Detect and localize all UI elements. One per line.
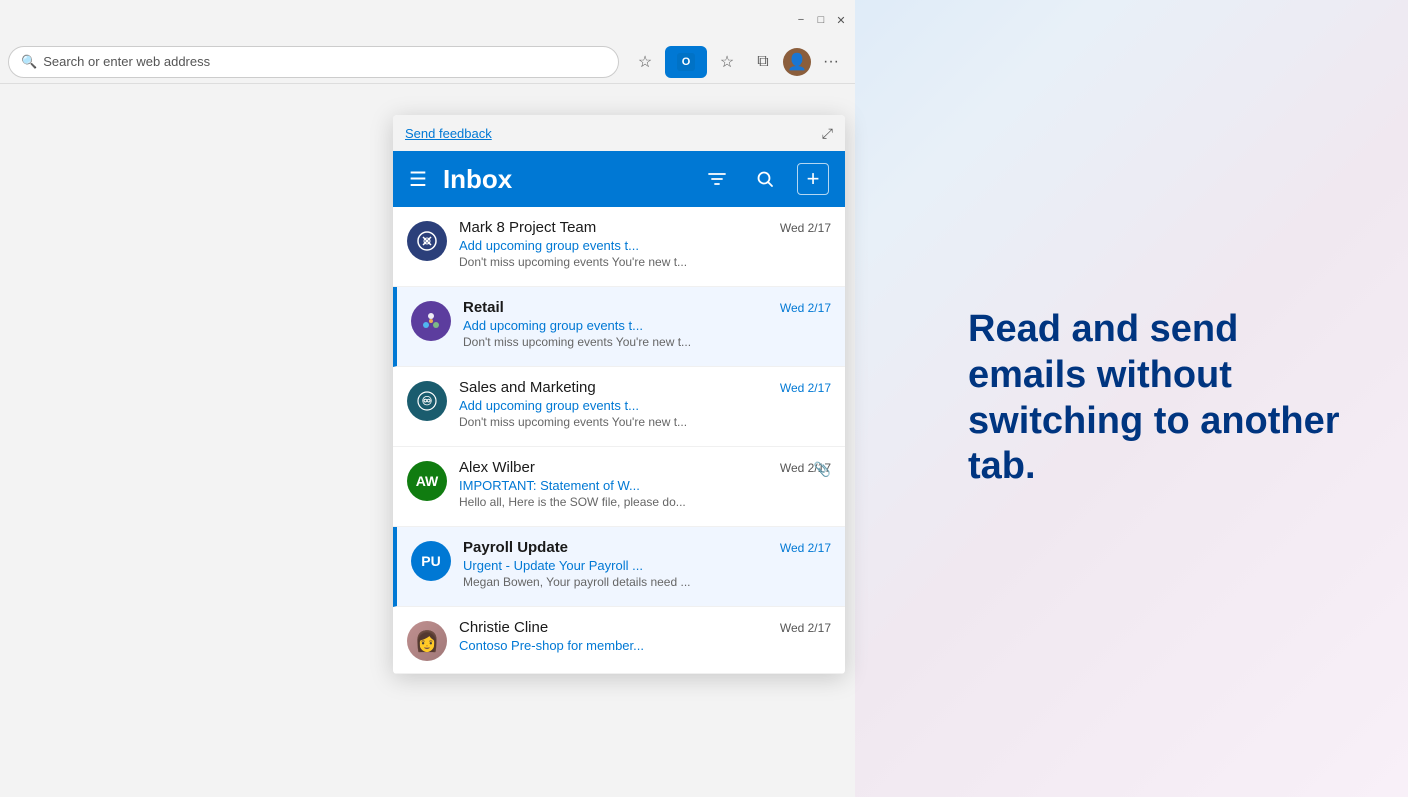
- inbox-title: Inbox: [443, 164, 685, 195]
- email-content: Mark 8 Project Team Wed 2/17 Add upcomin…: [459, 219, 831, 269]
- promo-text: Read and send emails without switching t…: [968, 307, 1348, 489]
- email-preview: Don't miss upcoming events You're new t.…: [459, 415, 831, 429]
- email-item[interactable]: PU Payroll Update Wed 2/17 Urgent - Upda…: [393, 527, 845, 607]
- email-subject: IMPORTANT: Statement of W...: [459, 478, 831, 493]
- promo-section: Read and send emails without switching t…: [848, 0, 1408, 797]
- email-date: Wed 2/17: [780, 221, 831, 235]
- email-item[interactable]: Mark 8 Project Team Wed 2/17 Add upcomin…: [393, 207, 845, 287]
- collections-icon[interactable]: ☆: [711, 46, 743, 78]
- email-content: Sales and Marketing Wed 2/17 Add upcomin…: [459, 379, 831, 429]
- avatar: 👩: [407, 621, 447, 661]
- email-sender: Christie Cline: [459, 619, 548, 636]
- panel-header: ☰ Inbox +: [393, 151, 845, 207]
- email-content: Christie Cline Wed 2/17 Contoso Pre-shop…: [459, 619, 831, 655]
- email-list: Mark 8 Project Team Wed 2/17 Add upcomin…: [393, 207, 845, 674]
- email-subject: Urgent - Update Your Payroll ...: [463, 558, 831, 573]
- outlook-panel: Send feedback ⤢ ☰ Inbox +: [393, 115, 845, 674]
- address-bar-text: Search or enter web address: [43, 54, 210, 69]
- email-preview: Don't miss upcoming events You're new t.…: [459, 255, 831, 269]
- email-content: Payroll Update Wed 2/17 Urgent - Update …: [463, 539, 831, 589]
- email-content: Alex Wilber Wed 2/17 IMPORTANT: Statemen…: [459, 459, 831, 509]
- email-date: Wed 2/17: [780, 301, 831, 315]
- maximize-button[interactable]: □: [815, 14, 827, 26]
- attachment-icon: 📎: [814, 461, 831, 478]
- avatar: [411, 301, 451, 341]
- share-icon[interactable]: ⧉: [747, 46, 779, 78]
- more-options-icon[interactable]: ···: [815, 46, 847, 78]
- email-item[interactable]: AW Alex Wilber Wed 2/17 IMPORTANT: State…: [393, 447, 845, 527]
- email-item[interactable]: ♾ Sales and Marketing Wed 2/17 Add upcom…: [393, 367, 845, 447]
- email-subject: Add upcoming group events t...: [463, 318, 831, 333]
- email-sender: Payroll Update: [463, 539, 568, 556]
- email-preview: Hello all, Here is the SOW file, please …: [459, 495, 831, 509]
- favorites-icon[interactable]: ☆: [629, 46, 661, 78]
- email-content: Retail Wed 2/17 Add upcoming group event…: [463, 299, 831, 349]
- profile-avatar[interactable]: 👤: [783, 48, 811, 76]
- email-preview: Megan Bowen, Your payroll details need .…: [463, 575, 831, 589]
- email-date: Wed 2/17: [780, 541, 831, 555]
- outlook-tab[interactable]: O: [665, 46, 707, 78]
- email-sender: Retail: [463, 299, 504, 316]
- browser-titlebar: − □ ✕: [0, 0, 855, 40]
- svg-text:♾: ♾: [422, 394, 433, 408]
- avatar: AW: [407, 461, 447, 501]
- email-subject: Add upcoming group events t...: [459, 398, 831, 413]
- email-subject: Contoso Pre-shop for member...: [459, 638, 831, 653]
- close-button[interactable]: ✕: [835, 14, 847, 26]
- avatar: ♾: [407, 381, 447, 421]
- avatar: PU: [411, 541, 451, 581]
- expand-panel-button[interactable]: ⤢: [822, 125, 833, 142]
- search-icon: 🔍: [21, 54, 37, 70]
- email-sender: Alex Wilber: [459, 459, 535, 476]
- email-date: Wed 2/17: [780, 381, 831, 395]
- minimize-button[interactable]: −: [795, 14, 807, 26]
- email-item[interactable]: Retail Wed 2/17 Add upcoming group event…: [393, 287, 845, 367]
- hamburger-menu-button[interactable]: ☰: [409, 167, 427, 192]
- email-date: Wed 2/17: [780, 621, 831, 635]
- compose-button[interactable]: +: [797, 163, 829, 195]
- browser-toolbar-icons: ☆ O ☆ ⧉ 👤 ···: [629, 46, 847, 78]
- email-sender: Mark 8 Project Team: [459, 219, 596, 236]
- email-sender: Sales and Marketing: [459, 379, 596, 396]
- search-button[interactable]: [749, 163, 781, 195]
- email-preview: Don't miss upcoming events You're new t.…: [463, 335, 831, 349]
- email-item[interactable]: 👩 Christie Cline Wed 2/17 Contoso Pre-sh…: [393, 607, 845, 674]
- panel-topbar: Send feedback ⤢: [393, 115, 845, 151]
- outlook-tab-icon: O: [677, 53, 695, 71]
- filter-button[interactable]: [701, 163, 733, 195]
- browser-toolbar: 🔍 Search or enter web address ☆ O ☆ ⧉ 👤 …: [0, 40, 855, 84]
- avatar: [407, 221, 447, 261]
- send-feedback-link[interactable]: Send feedback: [405, 126, 492, 141]
- email-subject: Add upcoming group events t...: [459, 238, 831, 253]
- address-bar[interactable]: 🔍 Search or enter web address: [8, 46, 619, 78]
